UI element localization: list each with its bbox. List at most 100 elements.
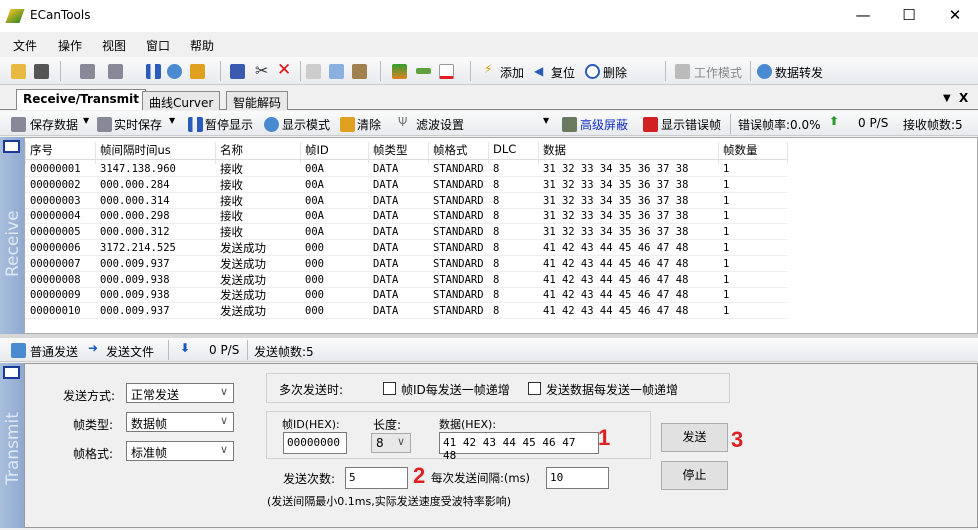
table-cell: STANDARD: [433, 194, 484, 207]
menu-operate[interactable]: 操作: [58, 37, 82, 54]
link-icon[interactable]: [416, 68, 431, 74]
realtime-save-button[interactable]: 实时保存: [114, 116, 162, 133]
annotation-2: 2: [413, 463, 426, 488]
column-header[interactable]: 帧间隔时间us: [100, 142, 171, 158]
realtime-save-dropdown-icon[interactable]: ▼: [169, 116, 175, 125]
tab-curve[interactable]: 曲线Curver: [142, 91, 221, 110]
data-input[interactable]: 41 42 43 44 45 46 47 48: [439, 432, 599, 462]
table-cell: STANDARD: [433, 289, 484, 302]
pause-icon[interactable]: [146, 64, 161, 79]
tab-smart-decode[interactable]: 智能解码: [226, 91, 289, 110]
device-icon[interactable]: [80, 64, 95, 79]
menu-help[interactable]: 帮助: [190, 37, 214, 54]
copy-icon[interactable]: [329, 64, 344, 79]
table-row[interactable]: 00000005 000.000.312 接收 00A DATA STANDARD 8 31 …: [25, 224, 787, 241]
tools-icon[interactable]: ✂: [255, 61, 268, 80]
table-cell: 接收: [220, 225, 243, 240]
data-forward-button[interactable]: 数据转发: [775, 64, 823, 81]
column-header[interactable]: 序号: [30, 142, 53, 158]
menu-file[interactable]: 文件: [13, 37, 37, 54]
advanced-mask-button[interactable]: 高级屏蔽: [580, 116, 628, 133]
table-cell: 000.000.298: [100, 210, 170, 223]
connect-icon[interactable]: [230, 64, 245, 79]
column-header[interactable]: 数据: [543, 142, 566, 158]
tab-receive-transmit[interactable]: Receive/Transmit: [16, 89, 147, 110]
table-cell: 8: [493, 289, 500, 302]
inc-id-checkbox[interactable]: [383, 382, 396, 395]
interval-note: (发送间隔最小0.1ms,实际发送速度受波特率影响): [267, 495, 512, 508]
column-header[interactable]: DLC: [493, 142, 516, 156]
table-row[interactable]: 00000010 000.009.937 发送成功 000 DATA STANDARD 8 4…: [25, 303, 787, 320]
interval-input[interactable]: 10: [546, 467, 609, 489]
send-count-label: 发送次数:: [283, 472, 336, 486]
normal-send-button[interactable]: 普通发送: [30, 343, 78, 360]
receive-rate: 0 P/S: [858, 116, 889, 130]
table-row[interactable]: 00000008 000.009.938 发送成功 000 DATA STANDARD 8 4…: [25, 272, 787, 288]
table-cell: 000: [305, 257, 324, 270]
table-cell: 00000001: [30, 163, 81, 175]
table-cell: 00A: [305, 163, 324, 175]
delete-button[interactable]: 删除: [603, 64, 627, 81]
column-header[interactable]: 帧类型: [373, 142, 408, 158]
table-cell: 8: [493, 210, 500, 223]
tab-dropdown-button[interactable]: ▼: [943, 93, 951, 104]
device2-icon[interactable]: [108, 64, 123, 79]
send-button[interactable]: 发送: [661, 423, 728, 452]
window-icon[interactable]: [439, 64, 454, 79]
maximize-button[interactable]: ☐: [886, 0, 932, 32]
reset-button[interactable]: 复位: [551, 64, 575, 81]
save-icon[interactable]: [34, 64, 49, 79]
column-header[interactable]: 帧ID: [305, 142, 329, 158]
menu-window[interactable]: 窗口: [146, 37, 170, 54]
table-row[interactable]: 00000006 3172.214.525 发送成功 000 DATA STANDARD 8…: [25, 240, 787, 256]
tab-close-button[interactable]: X: [959, 91, 968, 105]
normal-send-icon: [11, 343, 26, 358]
window-icon[interactable]: [3, 366, 20, 379]
add-button[interactable]: 添加: [500, 64, 524, 81]
frame-id-input[interactable]: 00000000: [283, 432, 347, 454]
column-header[interactable]: 帧格式: [433, 142, 468, 158]
stop-button[interactable]: 停止: [661, 461, 728, 490]
table-cell: STANDARD: [433, 273, 484, 286]
window-icon[interactable]: [3, 140, 20, 153]
table-row[interactable]: 00000004 000.000.298 接收 00A DATA STANDARD 8 31 …: [25, 208, 787, 225]
table-cell: 31 32 33 34 35 36 37 38: [543, 194, 689, 207]
save-data-button[interactable]: 保存数据: [30, 116, 78, 133]
send-file-button[interactable]: 发送文件: [106, 343, 154, 360]
table-row[interactable]: 00000002 000.000.284 接收 00A DATA STANDARD 8 31 …: [25, 177, 787, 193]
receive-table[interactable]: 序号 帧间隔时间us 名称 帧ID 帧类型 帧格式 DLC 数据 帧数量 00000001 3147…: [24, 137, 978, 334]
swap-icon[interactable]: [392, 64, 407, 79]
paste-icon[interactable]: [352, 64, 367, 79]
show-error-button[interactable]: 显示错误帧: [661, 116, 721, 133]
work-mode-button[interactable]: 工作模式: [694, 64, 742, 81]
clean-icon[interactable]: [190, 64, 205, 79]
toolbar-overflow-icon[interactable]: ▼: [543, 116, 549, 125]
inc-data-checkbox[interactable]: [528, 382, 541, 395]
send-mode-select[interactable]: 正常发送 ∨: [126, 383, 234, 403]
table-cell: DATA: [373, 178, 399, 191]
save-data-dropdown-icon[interactable]: ▼: [83, 116, 89, 125]
table-cell: 00A: [305, 226, 324, 239]
column-header[interactable]: 帧数量: [723, 142, 758, 158]
frame-type-select[interactable]: 数据帧 ∨: [126, 412, 234, 432]
clear-button[interactable]: 清除: [357, 116, 381, 133]
table-row[interactable]: 00000003 000.000.314 接收 00A DATA STANDARD 8 31 …: [25, 193, 787, 209]
open-icon[interactable]: [11, 64, 26, 79]
delete-x-icon[interactable]: ✕: [277, 60, 291, 80]
table-row[interactable]: 00000007 000.009.937 发送成功 000 DATA STANDARD 8 4…: [25, 256, 787, 272]
minimize-button[interactable]: —: [840, 0, 886, 32]
length-select[interactable]: 8 ∨: [371, 433, 411, 453]
table-cell: 41 42 43 44 45 46 47 48: [543, 257, 689, 270]
menu-view[interactable]: 视图: [102, 37, 126, 54]
column-header[interactable]: 名称: [220, 142, 243, 158]
send-count-input[interactable]: 5: [345, 467, 408, 489]
table-row[interactable]: 00000009 000.009.938 发送成功 000 DATA STANDARD 8 4…: [25, 287, 787, 304]
filter-settings-button[interactable]: 滤波设置: [416, 116, 464, 133]
frame-format-select[interactable]: 标准帧 ∨: [126, 441, 234, 461]
refresh-icon[interactable]: [167, 64, 182, 79]
cut-icon[interactable]: [306, 64, 321, 79]
table-row[interactable]: 00000001 3147.138.960 接收 00A DATA STANDARD 8 31…: [25, 161, 787, 177]
close-button[interactable]: ✕: [932, 0, 978, 32]
display-mode-button[interactable]: 显示模式: [282, 116, 330, 133]
pause-display-button[interactable]: 暂停显示: [205, 116, 253, 133]
